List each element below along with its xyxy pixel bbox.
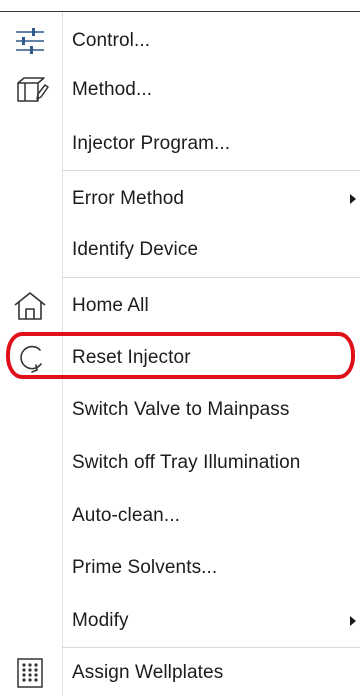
- menu-item-auto-clean[interactable]: Auto-clean...: [0, 492, 360, 540]
- wellplate-grid-icon: [10, 655, 50, 691]
- menu-item-switch-off-tray-illumination[interactable]: Switch off Tray Illumination: [0, 439, 360, 487]
- menu-item-identify-device[interactable]: Identify Device: [0, 226, 360, 274]
- menu-item-label: Control...: [72, 30, 151, 51]
- menu-separator: [62, 647, 360, 648]
- menu-item-method[interactable]: Method...: [0, 66, 360, 114]
- menu-separator: [62, 170, 360, 171]
- menu-item-label: Home All: [72, 295, 149, 316]
- menu-item-label: Identify Device: [72, 239, 199, 260]
- menu-item-switch-valve[interactable]: Switch Valve to Mainpass: [0, 386, 360, 434]
- menu-item-label: Prime Solvents...: [72, 557, 218, 578]
- submenu-arrow-icon: [350, 194, 356, 204]
- menu-item-label: Injector Program...: [72, 133, 231, 154]
- menu-item-home-all[interactable]: Home All: [0, 282, 360, 330]
- reset-injector-highlight: [6, 332, 355, 379]
- menu-item-injector-program[interactable]: Injector Program...: [0, 120, 360, 168]
- menu-item-error-method[interactable]: Error Method: [0, 175, 360, 223]
- menu-item-label: Error Method: [72, 188, 185, 209]
- sliders-icon: [10, 23, 50, 59]
- menu-item-modify[interactable]: Modify: [0, 597, 360, 645]
- menu-separator: [62, 277, 360, 278]
- menu-item-prime-solvents[interactable]: Prime Solvents...: [0, 544, 360, 592]
- method-edit-icon: [10, 72, 50, 108]
- menu-item-label: Auto-clean...: [72, 505, 180, 526]
- menu-item-label: Method...: [72, 79, 153, 100]
- menu-item-label: Switch Valve to Mainpass: [72, 399, 290, 420]
- context-menu: Control... Method... Injector Program...…: [0, 0, 360, 696]
- home-icon: [10, 288, 50, 324]
- submenu-arrow-icon: [350, 616, 356, 626]
- menu-item-label: Switch off Tray Illumination: [72, 452, 301, 473]
- menu-item-control[interactable]: Control...: [0, 17, 360, 65]
- menu-item-label: Modify: [72, 610, 129, 631]
- menu-item-assign-wellplates[interactable]: Assign Wellplates: [0, 649, 360, 697]
- menu-item-label: Assign Wellplates: [72, 662, 224, 683]
- menu-top-border: [0, 11, 360, 12]
